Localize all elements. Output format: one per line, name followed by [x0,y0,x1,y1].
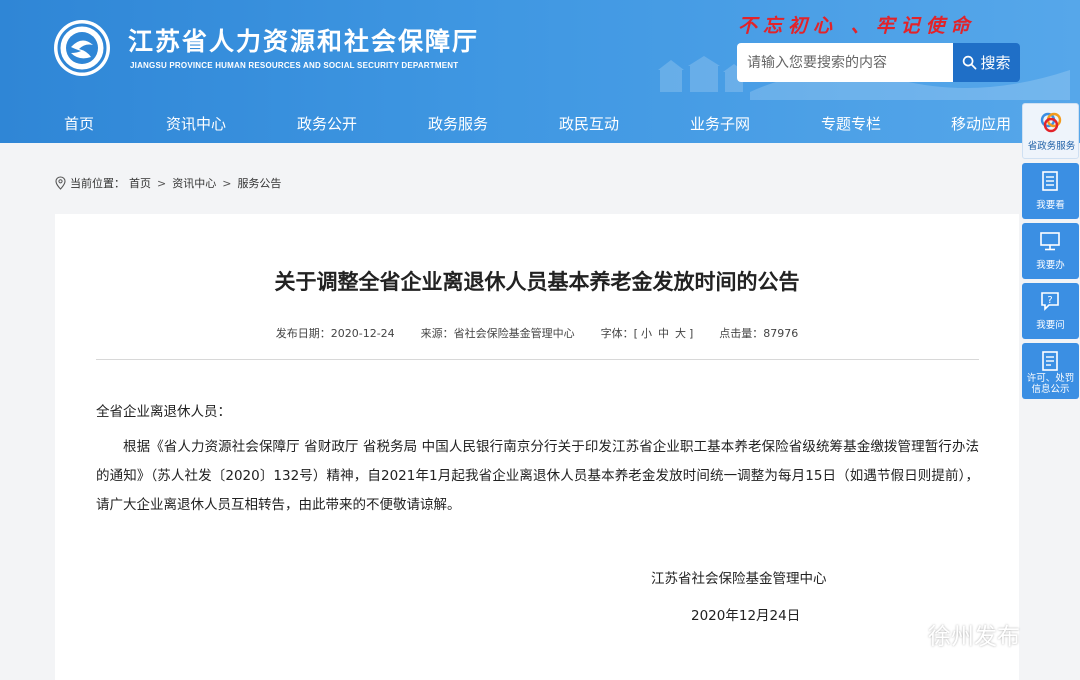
article-body: 根据《省人力资源社会保障厅 省财政厅 省税务局 中国人民银行南京分行关于印发江苏… [96,439,979,513]
publish-date: 发布日期：2020-12-24 [276,325,395,341]
search-button-label: 搜索 [980,54,1011,72]
nav-item-interaction[interactable]: 政民互动 [559,113,619,134]
article-signer: 江苏省社会保险基金管理中心 [651,571,827,587]
breadcrumb-prefix: 当前位置： [70,177,125,190]
breadcrumb-announcements[interactable]: 服务公告 [237,175,281,191]
gov-service-logo-icon [1040,112,1062,133]
click-count: 点击量：87976 [719,325,798,341]
document-list-icon [1042,171,1058,191]
article-sign-date: 2020年12月24日 [691,608,801,624]
publish-date-label: 发布日期： [275,327,331,340]
article-title: 关于调整全省企业离退休人员基本养老金发放时间的公告 [274,270,800,294]
font-size-bracket: ] [688,327,694,340]
breadcrumb-separator: > [157,176,167,190]
nav-item-home[interactable]: 首页 [64,113,94,134]
department-emblem-icon [57,23,107,73]
article-source: 来源：省社会保险基金管理中心 [421,325,575,341]
nav-item-topics[interactable]: 专题专栏 [821,113,881,134]
search-icon [963,55,977,70]
font-size-controls: 字体：[小中大] [601,325,694,341]
font-large-button[interactable]: 大 [675,327,686,340]
nav-item-gov-services[interactable]: 政务服务 [428,113,488,134]
watermark-text: 徐州发布 [928,624,1020,650]
side-item-label: 许可、处罚 信息公示 [1026,373,1075,395]
publish-date-value: 2020-12-24 [330,327,395,340]
article-meta: 发布日期：2020-12-24 来源：省社会保险基金管理中心 字体：[小中大] … [55,325,1019,341]
side-item-label: 省政务服务 [1027,141,1076,152]
breadcrumb-home[interactable]: 首页 [129,175,151,191]
meta-divider [96,359,979,360]
side-item-label: 我要办 [1036,260,1065,271]
font-small-button[interactable]: 小 [641,327,652,340]
click-count-value: 87976 [763,327,799,340]
side-item-label: 我要看 [1036,200,1065,211]
article-salutation: 全省企业离退休人员： [96,404,231,420]
question-bubble-icon: ? [1041,292,1059,311]
side-item-ask[interactable]: ? 我要问 [1022,283,1079,339]
nav-item-news[interactable]: 资讯中心 [166,113,226,134]
search-button[interactable]: 搜索 [953,43,1020,82]
location-pin-icon [55,176,66,190]
nav-item-mobile[interactable]: 移动应用 [951,113,1011,134]
source-label: 来源： [420,327,454,340]
info-list-icon [1042,351,1058,371]
side-item-handle[interactable]: 我要办 [1022,223,1079,279]
svg-text:?: ? [1047,295,1052,306]
slogan: 不忘初心 、牢记使命 [738,15,976,37]
side-item-license-info[interactable]: 许可、处罚 信息公示 [1022,343,1079,399]
font-size-label: 字体：[ [600,327,638,340]
breadcrumb: 当前位置： 首页 > 资讯中心 > 服务公告 [55,175,281,191]
wechat-watermark: 徐州发布 [886,617,1020,651]
site-title-english: JIANGSU PROVINCE HUMAN RESOURCES AND SOC… [130,61,459,70]
wechat-icon [887,621,921,646]
nav-item-subsites[interactable]: 业务子网 [690,113,750,134]
side-item-label: 我要问 [1036,320,1065,331]
nav-item-open-affairs[interactable]: 政务公开 [297,113,357,134]
click-count-label: 点击量： [719,327,764,340]
font-medium-button[interactable]: 中 [658,327,669,340]
article-panel: 关于调整全省企业离退休人员基本养老金发放时间的公告 发布日期：2020-12-2… [55,214,1019,680]
side-item-view[interactable]: 我要看 [1022,163,1079,219]
source-value: 省社会保险基金管理中心 [453,327,575,340]
breadcrumb-news[interactable]: 资讯中心 [172,175,216,191]
side-item-gov-service[interactable]: 省政务服务 [1022,103,1079,159]
main-nav: 首页 资讯中心 政务公开 政务服务 政民互动 业务子网 专题专栏 移动应用 [0,104,1080,143]
monitor-icon [1040,232,1060,251]
search-input[interactable] [737,43,953,82]
department-logo[interactable] [54,20,110,76]
site-title[interactable]: 江苏省人力资源和社会保障厅 [128,22,479,58]
site-header: 江苏省人力资源和社会保障厅 JIANGSU PROVINCE HUMAN RES… [0,0,1080,143]
breadcrumb-separator: > [222,176,232,190]
